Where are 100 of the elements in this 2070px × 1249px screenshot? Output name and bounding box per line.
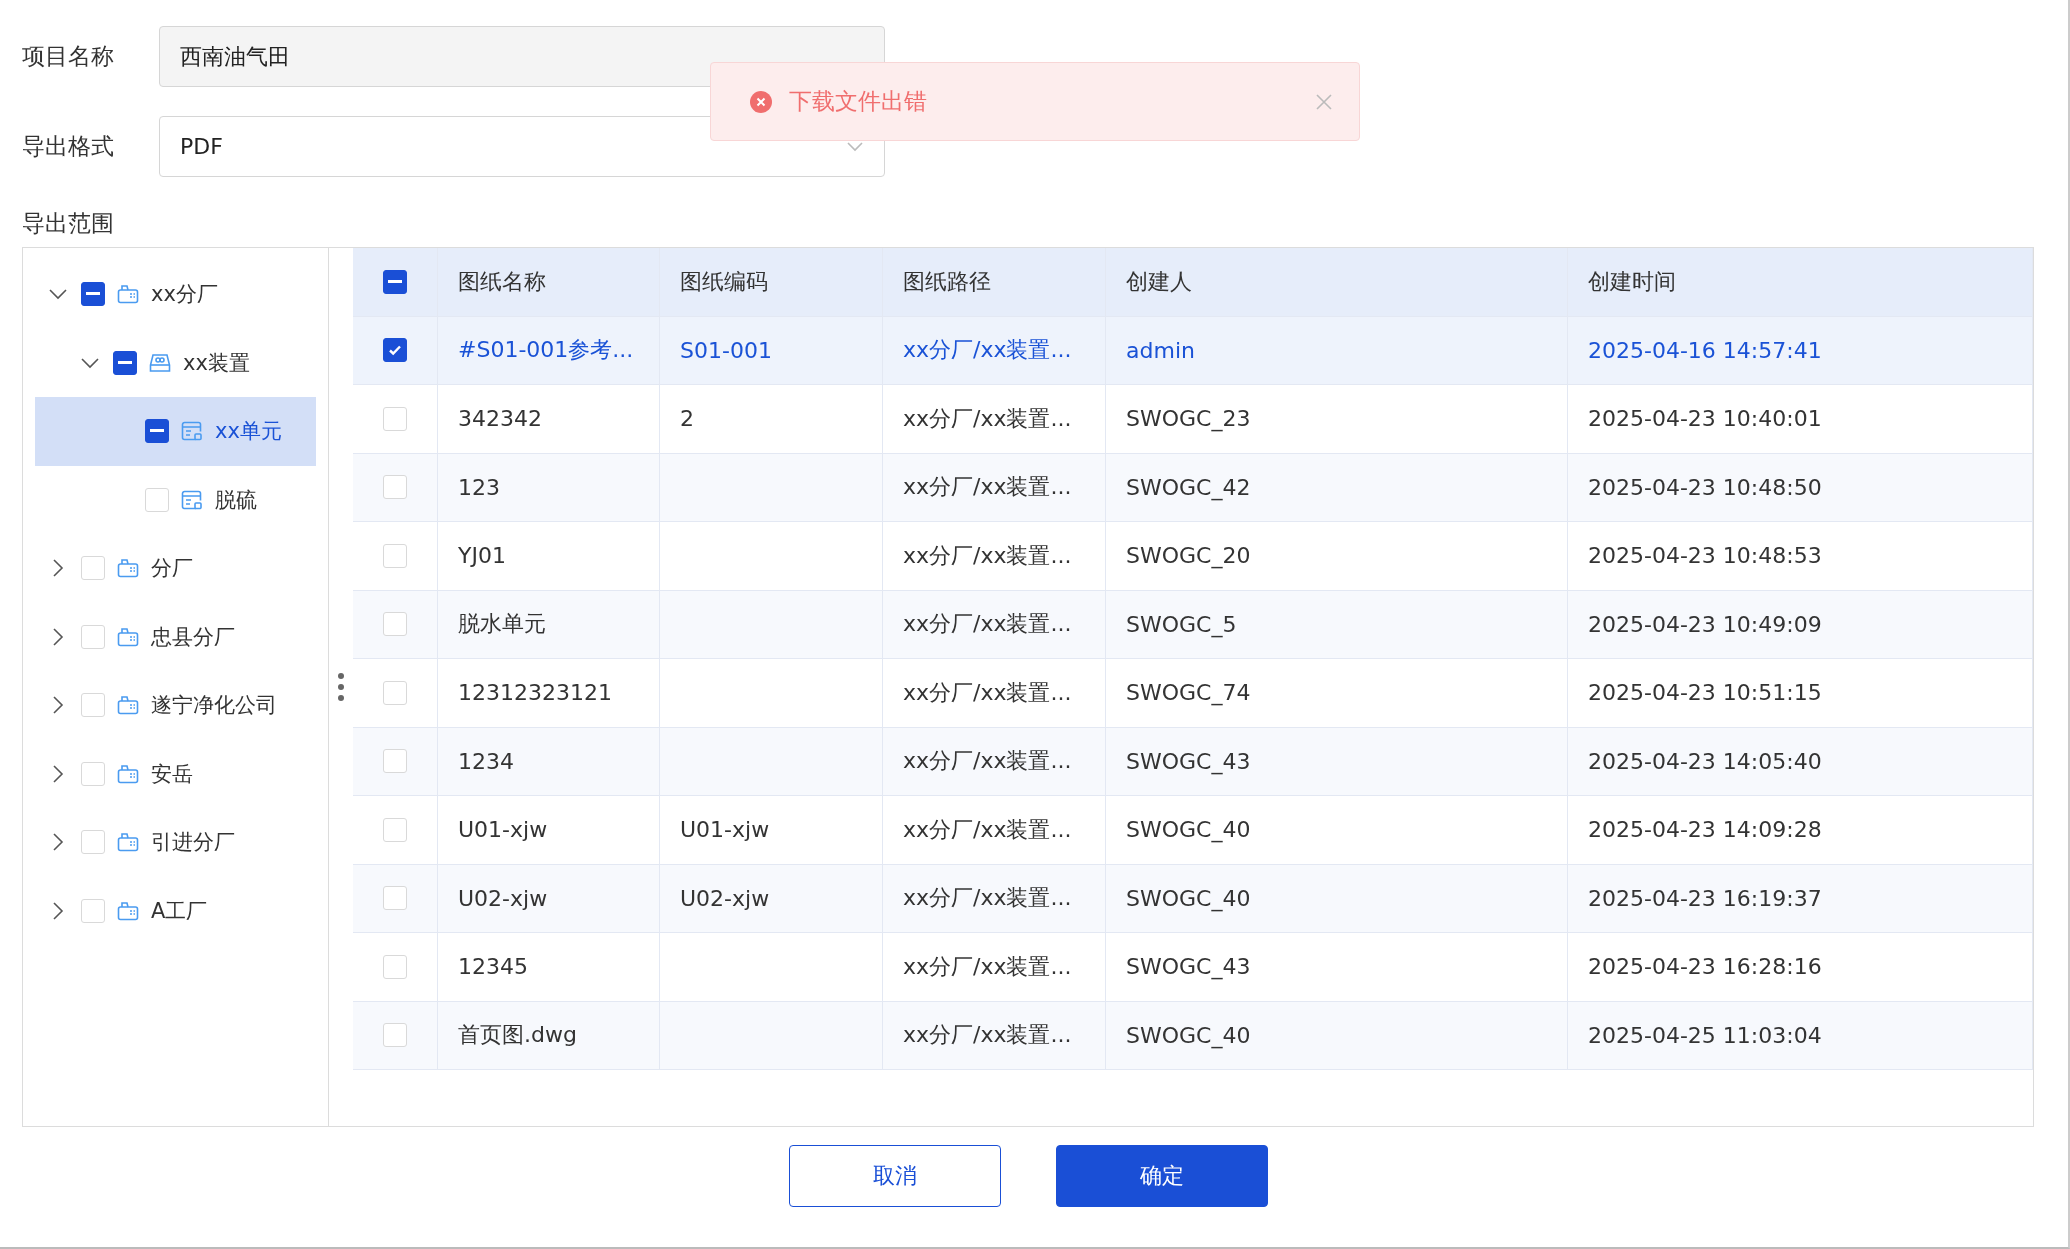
- checkbox[interactable]: [383, 269, 407, 294]
- table-cell: 342342: [438, 385, 660, 453]
- table-cell: xx分厂/xx装置...: [883, 522, 1106, 590]
- column-header: 图纸路径: [883, 248, 1106, 316]
- table-cell: xx分厂/xx装置...: [883, 659, 1106, 727]
- table-cell: admin: [1106, 316, 1568, 384]
- field-label: 项目名称: [22, 42, 115, 71]
- table-cell: 2025-04-23 10:40:01: [1568, 385, 2033, 453]
- checkbox[interactable]: [113, 350, 137, 375]
- project-name-field[interactable]: 西南油气田: [159, 26, 885, 87]
- column-header: 创建时间: [1568, 248, 2033, 316]
- table-cell: xx分厂/xx装置...: [883, 933, 1106, 1001]
- error-icon: [749, 89, 773, 114]
- table-cell: xx分厂/xx装置...: [883, 1001, 1106, 1069]
- table-cell: 2025-04-23 16:28:16: [1568, 933, 2033, 1001]
- minus-icon: [388, 279, 402, 284]
- table-cell: 2025-04-23 16:19:37: [1568, 864, 2033, 932]
- table-cell: U02-xjw: [660, 864, 883, 932]
- table-cell: #S01-001参考...: [438, 316, 660, 384]
- table-cell: SWOGC_23: [1106, 385, 1568, 453]
- table-cell: 2025-04-23 10:48:53: [1568, 522, 2033, 590]
- table-cell: 脱水单元: [438, 590, 660, 658]
- building-icon: [117, 695, 139, 716]
- building-icon: [117, 284, 139, 305]
- building-icon: [117, 763, 139, 784]
- tree-item[interactable]: 遂宁净化公司: [35, 671, 316, 740]
- tree-item-label: 分厂: [151, 555, 193, 583]
- tree-item[interactable]: xx单元: [35, 397, 316, 466]
- building-icon: [117, 558, 139, 579]
- building-icon: [117, 900, 139, 921]
- table-cell: U01-xjw: [660, 796, 883, 864]
- table-cell: xx分厂/xx装置...: [883, 796, 1106, 864]
- table-cell: S01-001: [660, 316, 883, 384]
- table-cell: SWOGC_43: [1106, 727, 1568, 795]
- drive-icon: [149, 352, 171, 373]
- field-label: 导出格式: [22, 132, 115, 161]
- tree-item[interactable]: 引进分厂: [35, 808, 316, 877]
- tree-item-label: 脱硫: [215, 486, 257, 514]
- tree-item[interactable]: 安岳: [35, 739, 316, 808]
- minus-icon: [150, 429, 164, 434]
- column-header: 图纸编码: [660, 248, 883, 316]
- table-cell: 2025-04-23 10:48:50: [1568, 453, 2033, 521]
- tree-item[interactable]: xx分厂: [35, 260, 316, 329]
- confirm-button[interactable]: 确定: [1055, 1145, 1268, 1207]
- chevron-down-icon: [846, 140, 864, 153]
- table-cell: U02-xjw: [438, 864, 660, 932]
- table-cell: 2: [660, 385, 883, 453]
- tree-item-label: xx装置: [183, 349, 250, 377]
- tree-item-label: 安岳: [151, 760, 193, 788]
- table-cell: 2025-04-23 10:51:15: [1568, 659, 2033, 727]
- table-cell: SWOGC_43: [1106, 933, 1568, 1001]
- tree-item-label: 遂宁净化公司: [151, 692, 277, 720]
- tree-item-label: 引进分厂: [151, 829, 235, 857]
- table-cell: xx分厂/xx装置...: [883, 590, 1106, 658]
- minus-icon: [118, 360, 132, 365]
- building-icon: [117, 832, 139, 853]
- document-icon: [181, 421, 203, 442]
- drag-handle-icon[interactable]: [337, 672, 345, 702]
- tree-item-label: A工厂: [151, 897, 208, 925]
- table-cell: 123: [438, 453, 660, 521]
- tree-item-label: xx分厂: [151, 281, 218, 309]
- table-cell: xx分厂/xx装置...: [883, 316, 1106, 384]
- table-cell: SWOGC_40: [1106, 864, 1568, 932]
- table-cell: SWOGC_20: [1106, 522, 1568, 590]
- table-cell: 2025-04-25 11:03:04: [1568, 1001, 2033, 1069]
- table-cell: SWOGC_74: [1106, 659, 1568, 727]
- table-cell: 2025-04-16 14:57:41: [1568, 316, 2033, 384]
- tree-item[interactable]: A工厂: [35, 876, 316, 945]
- tree-item[interactable]: 分厂: [35, 534, 316, 603]
- table-cell: YJ01: [438, 522, 660, 590]
- table-cell: xx分厂/xx装置...: [883, 385, 1106, 453]
- table-cell: 2025-04-23 10:49:09: [1568, 590, 2033, 658]
- checkbox[interactable]: [145, 419, 169, 444]
- tree-item[interactable]: 忠县分厂: [35, 602, 316, 671]
- table-cell: 12312323121: [438, 659, 660, 727]
- close-icon[interactable]: [1315, 92, 1333, 111]
- minus-icon: [86, 292, 100, 297]
- building-icon: [117, 626, 139, 647]
- table-cell: 首页图.dwg: [438, 1001, 660, 1069]
- export-format-select[interactable]: PDF: [159, 116, 885, 177]
- table-cell: 2025-04-23 14:09:28: [1568, 796, 2033, 864]
- table-cell: xx分厂/xx装置...: [883, 453, 1106, 521]
- checkbox[interactable]: [383, 338, 407, 363]
- toast-message: 下载文件出错: [789, 87, 928, 116]
- checkbox[interactable]: [81, 282, 105, 307]
- table-cell: xx分厂/xx装置...: [883, 864, 1106, 932]
- table-cell: 1234: [438, 727, 660, 795]
- tree-item-label: 忠县分厂: [151, 623, 235, 651]
- tree-item-label: xx单元: [215, 418, 282, 446]
- table-cell: SWOGC_40: [1106, 796, 1568, 864]
- field-label: 导出范围: [22, 209, 115, 238]
- cancel-button[interactable]: 取消: [788, 1145, 1001, 1207]
- table-cell: 2025-04-23 14:05:40: [1568, 727, 2033, 795]
- table-cell: SWOGC_5: [1106, 590, 1568, 658]
- table-cell: xx分厂/xx装置...: [883, 727, 1106, 795]
- tree-item[interactable]: 脱硫: [35, 465, 316, 534]
- table-cell: SWOGC_42: [1106, 453, 1568, 521]
- tree-item[interactable]: xx装置: [35, 328, 316, 397]
- table-cell: U01-xjw: [438, 796, 660, 864]
- column-header: 创建人: [1106, 248, 1568, 316]
